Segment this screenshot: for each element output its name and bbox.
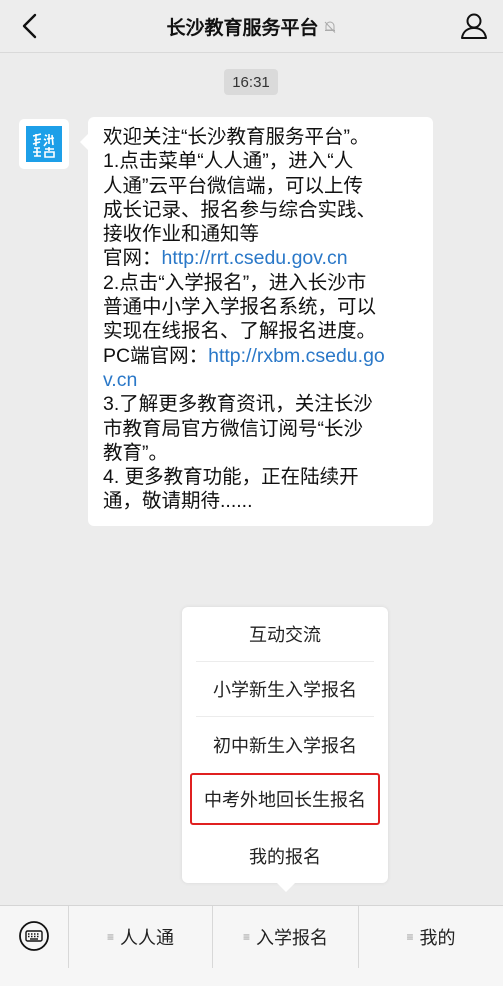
bottom-menu-bar: ≡ 人人通 ≡ 入学报名 ≡ 我的 [0,905,503,986]
link-prefix: PC端官网： [103,344,209,367]
message-line: 4. 更多教育功能，正在陆续开 [103,466,359,489]
rrt-link[interactable]: http://rrt.csedu.gov.cn [162,247,348,269]
message-bubble[interactable]: 欢迎关注“长沙教育服务平台”。 1.点击菜单“人人通”，进入“人 人通”云平台微… [80,117,433,526]
profile-button[interactable] [457,10,491,42]
tab-enrollment[interactable]: ≡ 入学报名 [213,906,358,968]
message-line: 人通”云平台微信端，可以上传 [103,174,363,197]
menu-item-my-enroll[interactable]: 我的报名 [196,828,374,883]
message-line: 成长记录、报名参与综合实践、 [103,198,377,221]
message-line: 市教育局官方微信订阅号“长沙 [103,417,363,440]
changsha-education-logo-icon [26,126,62,162]
menu-item-returnee-enroll[interactable]: 中考外地回长生报名 [190,773,380,825]
message-line-rrt: 官网：http://rrt.csedu.gov.cn [103,246,419,270]
chat-area[interactable]: 16:31 欢迎关注“长沙教育服务平台”。 1.点击菜单“人人通”，进入“人 人… [0,53,503,905]
message-line: 接收作业和通知等 [103,223,260,246]
rxbm-link[interactable]: http://rxbm.csedu.go [208,345,385,367]
menu-item-interaction[interactable]: 互动交流 [196,607,374,662]
menu-lines-icon: ≡ [242,930,250,944]
tab-label: 我的 [419,928,456,948]
message-line: 通，敬请期待...... [103,490,253,513]
tab-mine[interactable]: ≡ 我的 [359,906,503,968]
message-line: 2.点击“入学报名”，进入长沙市 [103,271,367,294]
message-line: 普通中小学入学报名系统，可以 [103,296,377,319]
keyboard-icon [19,921,49,951]
message-line: 3.了解更多教育资讯，关注长沙 [103,393,373,416]
message-line: 1.点击菜单“人人通”，进入“人 [103,150,354,173]
message-line: 教育”。 [103,441,168,464]
tab-renrentong[interactable]: ≡ 人人通 [69,906,212,968]
header: 长沙教育服务平台 [0,0,503,53]
page-title-wrap: 长沙教育服务平台 [0,0,503,53]
link-prefix: 官网： [103,247,162,270]
message-line: 欢迎关注“长沙教育服务平台”。 [103,126,370,148]
avatar[interactable] [19,119,69,169]
tab-label: 入学报名 [256,928,328,948]
menu-item-middle-enroll[interactable]: 初中新生入学报名 [196,717,374,772]
tab-label: 人人通 [120,928,174,948]
message-line-rxbm-cont: v.cn [103,368,419,392]
menu-lines-icon: ≡ [106,930,114,944]
message-line-rxbm: PC端官网：http://rxbm.csedu.go [103,344,419,368]
bell-slash-icon [324,21,335,33]
rxbm-link-cont[interactable]: v.cn [103,369,137,391]
page-title: 长沙教育服务平台 [166,18,319,39]
submenu-popup: 互动交流 小学新生入学报名 初中新生入学报名 中考外地回长生报名 我的报名 [182,607,388,892]
message-time: 16:31 [224,69,278,95]
person-icon [461,13,487,39]
keyboard-toggle-button[interactable] [18,920,50,952]
menu-lines-icon: ≡ [406,930,414,944]
message-line: 实现在线报名、了解报名进度。 [103,320,377,343]
menu-item-primary-enroll[interactable]: 小学新生入学报名 [196,662,374,717]
